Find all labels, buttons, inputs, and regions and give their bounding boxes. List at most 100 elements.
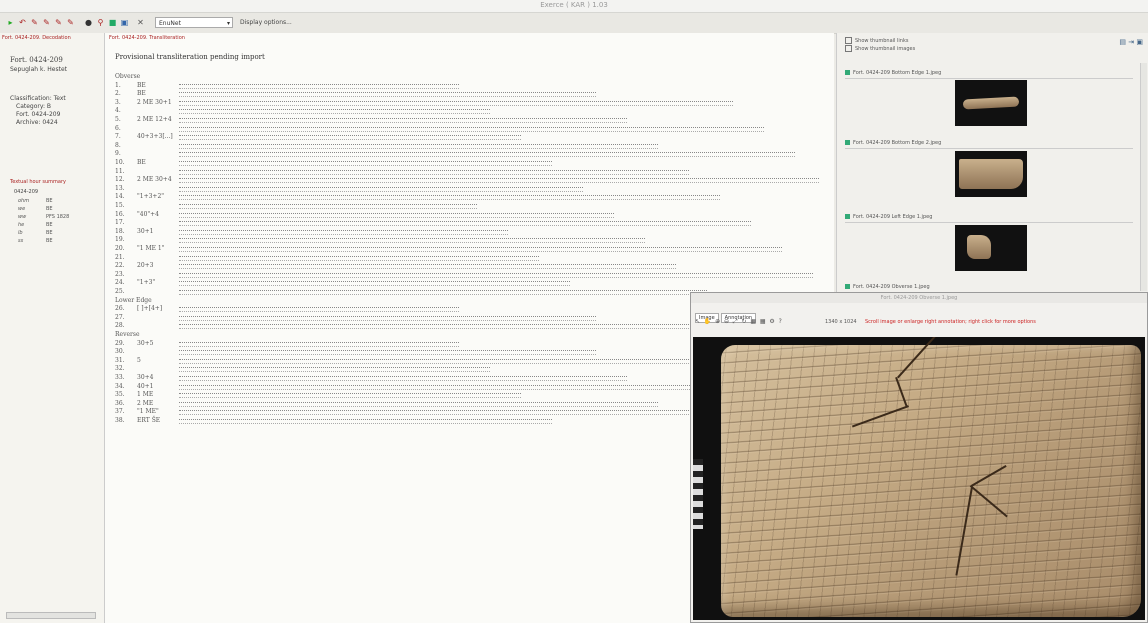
- summary-value: BE: [46, 238, 53, 244]
- line-text: [179, 281, 570, 287]
- thumbnail-label[interactable]: Fort. 0424-209 Bottom Edge 2.jpeg: [845, 139, 1133, 149]
- line-number: 2.: [115, 90, 121, 98]
- line-text: [179, 212, 614, 218]
- line-number: 30.: [115, 348, 125, 356]
- cuneiform-tablet-photo: [721, 337, 1141, 617]
- settings-icon[interactable]: ⚙: [769, 318, 774, 325]
- line-text: [179, 419, 552, 424]
- line-text: [179, 169, 689, 175]
- summary-key: lb: [18, 230, 23, 236]
- checkbox-label: Show thumbnail images: [855, 46, 916, 52]
- line-number: 3.: [115, 98, 121, 106]
- grid-icon[interactable]: ▦: [750, 318, 756, 325]
- thumbnail-image[interactable]: [955, 80, 1027, 126]
- line-count: ERT ŠE: [137, 417, 161, 424]
- line-number: 10.: [115, 159, 125, 166]
- show-images-checkbox[interactable]: Show thumbnail images: [845, 45, 915, 52]
- record-id: Fort. 0424-209: [10, 56, 63, 64]
- thumbnail-image[interactable]: [955, 225, 1027, 271]
- line-text: [179, 393, 521, 399]
- delete-icon[interactable]: ●: [84, 18, 93, 27]
- search-icon[interactable]: ⚲: [96, 18, 105, 27]
- image-file-icon: [845, 284, 850, 289]
- pointer-icon[interactable]: ↖: [695, 318, 700, 325]
- image-canvas[interactable]: [693, 337, 1145, 620]
- summary-row: he BE: [18, 222, 53, 228]
- thumbnails-scrollbar[interactable]: [1140, 63, 1147, 291]
- summary-key: we: [18, 206, 26, 212]
- section-heading: Obverse: [115, 73, 141, 80]
- back-icon[interactable]: ↶: [18, 18, 27, 27]
- thumbnail-label[interactable]: Fort. 0424-209 Bottom Edge 1.jpeg: [845, 69, 1133, 79]
- checkbox-icon: [845, 37, 852, 44]
- line-text: [179, 186, 583, 192]
- edit-icon[interactable]: ✎: [66, 18, 75, 27]
- section-heading: Lower Edge: [115, 296, 152, 304]
- fit-icon[interactable]: ⤢: [733, 318, 738, 325]
- summary-key: ss: [18, 238, 24, 244]
- line-number: 35.: [115, 391, 125, 399]
- line-text: [179, 118, 627, 123]
- line-text: [179, 109, 490, 115]
- line-number: 34.: [115, 382, 125, 390]
- tablet-crack: [955, 486, 973, 576]
- line-text: [179, 92, 596, 98]
- edit-icon[interactable]: ✎: [42, 18, 51, 27]
- line-count: [ ]+[4+]: [137, 305, 163, 313]
- sidebar-scrollbar[interactable]: [6, 612, 96, 619]
- thumbnail-filename: Fort. 0424-209 Left Edge 1.jpeg: [853, 214, 933, 220]
- line-text: [179, 384, 764, 390]
- window-titlebar: Exerce ( KAR ) 1.03: [0, 0, 1148, 13]
- export-icon[interactable]: ⇥: [1128, 38, 1134, 46]
- line-number: 26.: [115, 305, 125, 313]
- summary-row: ww PFS 1828: [18, 214, 69, 220]
- line-number: 27.: [115, 313, 125, 321]
- zoom-out-icon[interactable]: ⊖: [724, 318, 729, 325]
- thumbnail-label[interactable]: Fort. 0424-209 Left Edge 1.jpeg: [845, 213, 1133, 223]
- line-count: 30+5: [137, 339, 154, 347]
- line-number: 29.: [115, 339, 125, 347]
- show-links-checkbox[interactable]: Show thumbnail links: [845, 37, 908, 44]
- zoom-in-icon[interactable]: ⊕: [715, 318, 720, 325]
- line-text: [179, 161, 552, 166]
- line-number: 7.: [115, 133, 121, 141]
- run-icon[interactable]: ▸: [6, 18, 15, 27]
- edit-icon[interactable]: ✎: [54, 18, 63, 27]
- summary-value: PFS 1828: [46, 214, 70, 220]
- line-text: [179, 255, 539, 261]
- hand-icon[interactable]: ✋: [704, 318, 711, 325]
- tablet-crack: [851, 405, 909, 428]
- main-toolbar: ▸ ↶ ✎ ✎ ✎ ✎ ● ⚲ ■ ▣ ✕ EnuNet ▾ Display o…: [0, 13, 1148, 34]
- print-icon[interactable]: ▤: [1119, 38, 1126, 46]
- line-count: "1+3": [137, 279, 156, 287]
- tablet-crack: [897, 337, 946, 379]
- close-icon[interactable]: ✕: [136, 18, 145, 27]
- transliteration-tab[interactable]: Fort. 0424-209. Transliteration: [109, 35, 185, 41]
- help-icon[interactable]: ?: [779, 318, 782, 325]
- display-options-link[interactable]: Display options...: [240, 19, 292, 26]
- collection-select[interactable]: EnuNet ▾: [155, 17, 233, 28]
- line-text: [179, 247, 782, 252]
- thumbnail-filename: Fort. 0424-209 Bottom Edge 2.jpeg: [853, 140, 942, 146]
- line-number: 19.: [115, 236, 125, 244]
- line-text: [179, 307, 459, 313]
- line-text: [179, 195, 720, 201]
- image-icon[interactable]: ▣: [1136, 38, 1143, 46]
- line-count: 2 ME 30+4: [137, 176, 172, 184]
- line-text: [179, 83, 459, 89]
- save-icon[interactable]: ■: [108, 18, 117, 27]
- edit-icon[interactable]: ✎: [30, 18, 39, 27]
- image-icon[interactable]: ▣: [120, 18, 129, 27]
- record-subtitle: Sepuglah k. Hestet: [10, 66, 67, 73]
- sidebar-tab[interactable]: Fort. 0424-209. Decodation: [2, 35, 71, 41]
- thumbnail-image[interactable]: [955, 151, 1027, 197]
- classification-line: Classification: Text: [10, 95, 66, 102]
- line-number: 31.: [115, 356, 125, 364]
- line-number: 11.: [115, 167, 125, 175]
- image-viewer-window: Fort. 0424-209 Obverse 1.jpeg Image Annot…: [690, 292, 1148, 623]
- classification-line: Archive: 0424: [16, 119, 58, 126]
- line-text: [179, 126, 764, 132]
- image-file-icon: [845, 214, 850, 219]
- grid-icon[interactable]: ▦: [760, 318, 766, 325]
- rotate-icon[interactable]: ↻: [742, 318, 747, 325]
